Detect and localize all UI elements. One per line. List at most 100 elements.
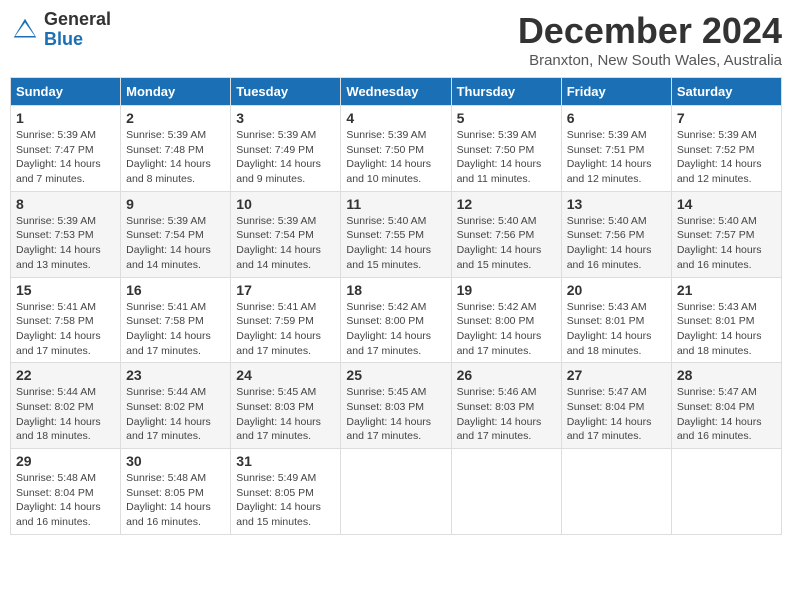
sunrise: Sunrise: 5:39 AM <box>346 129 426 141</box>
empty-cell <box>561 449 671 535</box>
sunset: Sunset: 8:04 PM <box>16 487 94 499</box>
sunrise: Sunrise: 5:49 AM <box>236 472 316 484</box>
day-number: 2 <box>126 110 225 126</box>
calendar-day-cell: 17 Sunrise: 5:41 AM Sunset: 7:59 PM Dayl… <box>231 277 341 363</box>
day-header-monday: Monday <box>121 78 231 106</box>
sunset: Sunset: 7:47 PM <box>16 144 94 156</box>
day-number: 10 <box>236 196 335 212</box>
daylight: Daylight: 14 hours and 12 minutes. <box>567 158 652 185</box>
sunrise: Sunrise: 5:40 AM <box>457 215 537 227</box>
day-info: Sunrise: 5:48 AM Sunset: 8:05 PM Dayligh… <box>126 471 225 530</box>
calendar-day-cell: 26 Sunrise: 5:46 AM Sunset: 8:03 PM Dayl… <box>451 363 561 449</box>
day-info: Sunrise: 5:45 AM Sunset: 8:03 PM Dayligh… <box>346 385 445 444</box>
sunset: Sunset: 8:00 PM <box>346 315 424 327</box>
day-number: 6 <box>567 110 666 126</box>
sunrise: Sunrise: 5:41 AM <box>236 301 316 313</box>
day-info: Sunrise: 5:39 AM Sunset: 7:50 PM Dayligh… <box>457 128 556 187</box>
day-number: 13 <box>567 196 666 212</box>
day-header-tuesday: Tuesday <box>231 78 341 106</box>
daylight: Daylight: 14 hours and 16 minutes. <box>126 501 211 528</box>
logo-icon <box>10 15 40 45</box>
calendar-day-cell: 29 Sunrise: 5:48 AM Sunset: 8:04 PM Dayl… <box>11 449 121 535</box>
daylight: Daylight: 14 hours and 18 minutes. <box>16 416 101 443</box>
empty-cell <box>671 449 781 535</box>
daylight: Daylight: 14 hours and 16 minutes. <box>677 244 762 271</box>
sunrise: Sunrise: 5:43 AM <box>677 301 757 313</box>
day-number: 19 <box>457 282 556 298</box>
sunrise: Sunrise: 5:45 AM <box>236 386 316 398</box>
daylight: Daylight: 14 hours and 17 minutes. <box>457 330 542 357</box>
calendar-day-cell: 30 Sunrise: 5:48 AM Sunset: 8:05 PM Dayl… <box>121 449 231 535</box>
sunrise: Sunrise: 5:42 AM <box>457 301 537 313</box>
day-number: 17 <box>236 282 335 298</box>
sunrise: Sunrise: 5:44 AM <box>16 386 96 398</box>
daylight: Daylight: 14 hours and 14 minutes. <box>126 244 211 271</box>
sunset: Sunset: 8:02 PM <box>16 401 94 413</box>
calendar-header-row: SundayMondayTuesdayWednesdayThursdayFrid… <box>11 78 782 106</box>
empty-cell <box>451 449 561 535</box>
day-info: Sunrise: 5:39 AM Sunset: 7:48 PM Dayligh… <box>126 128 225 187</box>
sunrise: Sunrise: 5:39 AM <box>126 129 206 141</box>
calendar-day-cell: 25 Sunrise: 5:45 AM Sunset: 8:03 PM Dayl… <box>341 363 451 449</box>
sunset: Sunset: 7:58 PM <box>126 315 204 327</box>
sunset: Sunset: 7:50 PM <box>346 144 424 156</box>
sunset: Sunset: 7:52 PM <box>677 144 755 156</box>
sunset: Sunset: 8:01 PM <box>677 315 755 327</box>
sunrise: Sunrise: 5:40 AM <box>677 215 757 227</box>
calendar-day-cell: 10 Sunrise: 5:39 AM Sunset: 7:54 PM Dayl… <box>231 191 341 277</box>
sunrise: Sunrise: 5:39 AM <box>236 129 316 141</box>
day-number: 15 <box>16 282 115 298</box>
sunset: Sunset: 7:53 PM <box>16 229 94 241</box>
calendar-day-cell: 6 Sunrise: 5:39 AM Sunset: 7:51 PM Dayli… <box>561 106 671 192</box>
day-number: 25 <box>346 367 445 383</box>
daylight: Daylight: 14 hours and 17 minutes. <box>126 330 211 357</box>
sunrise: Sunrise: 5:40 AM <box>346 215 426 227</box>
sunset: Sunset: 8:04 PM <box>567 401 645 413</box>
sunrise: Sunrise: 5:47 AM <box>567 386 647 398</box>
daylight: Daylight: 14 hours and 8 minutes. <box>126 158 211 185</box>
day-info: Sunrise: 5:43 AM Sunset: 8:01 PM Dayligh… <box>677 300 776 359</box>
calendar-day-cell: 27 Sunrise: 5:47 AM Sunset: 8:04 PM Dayl… <box>561 363 671 449</box>
day-number: 18 <box>346 282 445 298</box>
day-info: Sunrise: 5:41 AM Sunset: 7:59 PM Dayligh… <box>236 300 335 359</box>
day-info: Sunrise: 5:47 AM Sunset: 8:04 PM Dayligh… <box>567 385 666 444</box>
day-info: Sunrise: 5:39 AM Sunset: 7:53 PM Dayligh… <box>16 214 115 273</box>
sunrise: Sunrise: 5:41 AM <box>126 301 206 313</box>
day-info: Sunrise: 5:42 AM Sunset: 8:00 PM Dayligh… <box>457 300 556 359</box>
day-number: 23 <box>126 367 225 383</box>
sunset: Sunset: 7:54 PM <box>236 229 314 241</box>
daylight: Daylight: 14 hours and 14 minutes. <box>236 244 321 271</box>
sunset: Sunset: 8:05 PM <box>126 487 204 499</box>
sunset: Sunset: 7:48 PM <box>126 144 204 156</box>
day-info: Sunrise: 5:41 AM Sunset: 7:58 PM Dayligh… <box>16 300 115 359</box>
daylight: Daylight: 14 hours and 17 minutes. <box>346 330 431 357</box>
calendar-day-cell: 28 Sunrise: 5:47 AM Sunset: 8:04 PM Dayl… <box>671 363 781 449</box>
sunset: Sunset: 8:01 PM <box>567 315 645 327</box>
calendar-day-cell: 20 Sunrise: 5:43 AM Sunset: 8:01 PM Dayl… <box>561 277 671 363</box>
day-info: Sunrise: 5:41 AM Sunset: 7:58 PM Dayligh… <box>126 300 225 359</box>
day-info: Sunrise: 5:45 AM Sunset: 8:03 PM Dayligh… <box>236 385 335 444</box>
day-info: Sunrise: 5:40 AM Sunset: 7:55 PM Dayligh… <box>346 214 445 273</box>
sunrise: Sunrise: 5:45 AM <box>346 386 426 398</box>
calendar-day-cell: 16 Sunrise: 5:41 AM Sunset: 7:58 PM Dayl… <box>121 277 231 363</box>
sunset: Sunset: 7:56 PM <box>567 229 645 241</box>
day-number: 27 <box>567 367 666 383</box>
sunset: Sunset: 8:02 PM <box>126 401 204 413</box>
logo-text: General Blue <box>44 10 111 50</box>
sunset: Sunset: 8:04 PM <box>677 401 755 413</box>
day-number: 24 <box>236 367 335 383</box>
sunset: Sunset: 8:03 PM <box>346 401 424 413</box>
day-info: Sunrise: 5:49 AM Sunset: 8:05 PM Dayligh… <box>236 471 335 530</box>
sunrise: Sunrise: 5:47 AM <box>677 386 757 398</box>
calendar-day-cell: 31 Sunrise: 5:49 AM Sunset: 8:05 PM Dayl… <box>231 449 341 535</box>
day-number: 26 <box>457 367 556 383</box>
calendar-day-cell: 8 Sunrise: 5:39 AM Sunset: 7:53 PM Dayli… <box>11 191 121 277</box>
day-info: Sunrise: 5:42 AM Sunset: 8:00 PM Dayligh… <box>346 300 445 359</box>
logo-general: General <box>44 10 111 30</box>
sunrise: Sunrise: 5:46 AM <box>457 386 537 398</box>
sunrise: Sunrise: 5:39 AM <box>677 129 757 141</box>
day-info: Sunrise: 5:39 AM Sunset: 7:49 PM Dayligh… <box>236 128 335 187</box>
calendar-day-cell: 5 Sunrise: 5:39 AM Sunset: 7:50 PM Dayli… <box>451 106 561 192</box>
calendar-day-cell: 19 Sunrise: 5:42 AM Sunset: 8:00 PM Dayl… <box>451 277 561 363</box>
calendar-table: SundayMondayTuesdayWednesdayThursdayFrid… <box>10 77 782 535</box>
